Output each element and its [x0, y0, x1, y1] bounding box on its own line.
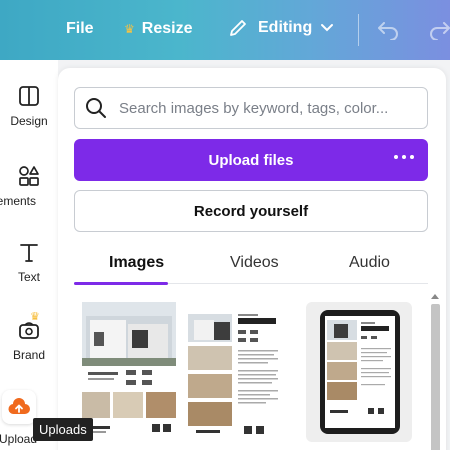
- tooltip-text: Uploads: [39, 422, 87, 437]
- sidebar-item-design[interactable]: Design: [0, 84, 58, 128]
- active-tab-indicator: [74, 282, 168, 285]
- shapes-icon: [17, 164, 41, 188]
- sidebar-item-label: Brand: [12, 348, 46, 362]
- chevron-down-icon: [321, 24, 334, 32]
- layout-icon: [17, 84, 41, 108]
- sidebar-item-brand[interactable]: ♛ Brand: [0, 311, 58, 362]
- text-icon: [17, 240, 41, 264]
- toolbar-divider: [358, 14, 359, 46]
- uploads-panel: Upload files Record yourself Images Vide…: [58, 68, 446, 450]
- record-yourself-label: Record yourself: [193, 202, 309, 220]
- file-label: File: [66, 20, 94, 37]
- redo-icon: [430, 22, 450, 40]
- record-yourself-button[interactable]: Record yourself: [74, 190, 428, 232]
- crown-icon: ♛: [124, 22, 135, 36]
- image-thumbnail[interactable]: [188, 302, 282, 442]
- scroll-up-icon[interactable]: [431, 294, 439, 299]
- panel-scrollbar[interactable]: [429, 294, 441, 450]
- tab-audio[interactable]: Audio: [349, 254, 390, 272]
- redo-button[interactable]: [428, 18, 450, 40]
- file-menu-button[interactable]: File: [66, 20, 94, 38]
- image-thumbnail[interactable]: [306, 302, 412, 442]
- resize-button[interactable]: ♛ Resize: [124, 20, 192, 38]
- search-icon: [86, 98, 106, 118]
- sidebar-item-text[interactable]: Text: [0, 240, 58, 284]
- more-options-icon[interactable]: [394, 155, 414, 159]
- pencil-icon: [230, 20, 246, 36]
- upload-files-label: Upload files: [208, 151, 294, 169]
- uploads-tooltip: Uploads: [33, 418, 93, 441]
- sidebar-item-label: Design: [10, 114, 48, 128]
- tab-images[interactable]: Images: [109, 254, 164, 272]
- upload-cloud-icon: [2, 390, 36, 424]
- search-box[interactable]: [74, 87, 428, 129]
- sidebar-item-label: Upload: [0, 432, 38, 446]
- editing-label: Editing: [258, 19, 313, 36]
- menu-icon[interactable]: [10, 21, 28, 37]
- image-thumbnail[interactable]: [82, 302, 176, 442]
- search-input[interactable]: [119, 99, 409, 117]
- left-sidebar: Design lements Text ♛ Brand Upload: [0, 60, 58, 450]
- sidebar-item-elements[interactable]: lements: [0, 164, 58, 208]
- image-grid: [74, 294, 414, 450]
- top-toolbar: File ♛ Resize Editing: [0, 0, 450, 60]
- media-tabs: Images Videos Audio: [74, 246, 428, 285]
- crown-icon: ♛: [30, 311, 40, 323]
- editing-mode-button[interactable]: Editing: [228, 18, 344, 38]
- sidebar-item-label: lements: [0, 194, 37, 208]
- undo-icon: [378, 22, 398, 40]
- undo-button[interactable]: [376, 18, 400, 40]
- sidebar-item-label: Text: [17, 270, 40, 284]
- resize-label: Resize: [141, 20, 193, 37]
- upload-files-button[interactable]: Upload files: [74, 139, 428, 181]
- tab-videos[interactable]: Videos: [230, 254, 279, 272]
- scroll-thumb[interactable]: [431, 304, 440, 450]
